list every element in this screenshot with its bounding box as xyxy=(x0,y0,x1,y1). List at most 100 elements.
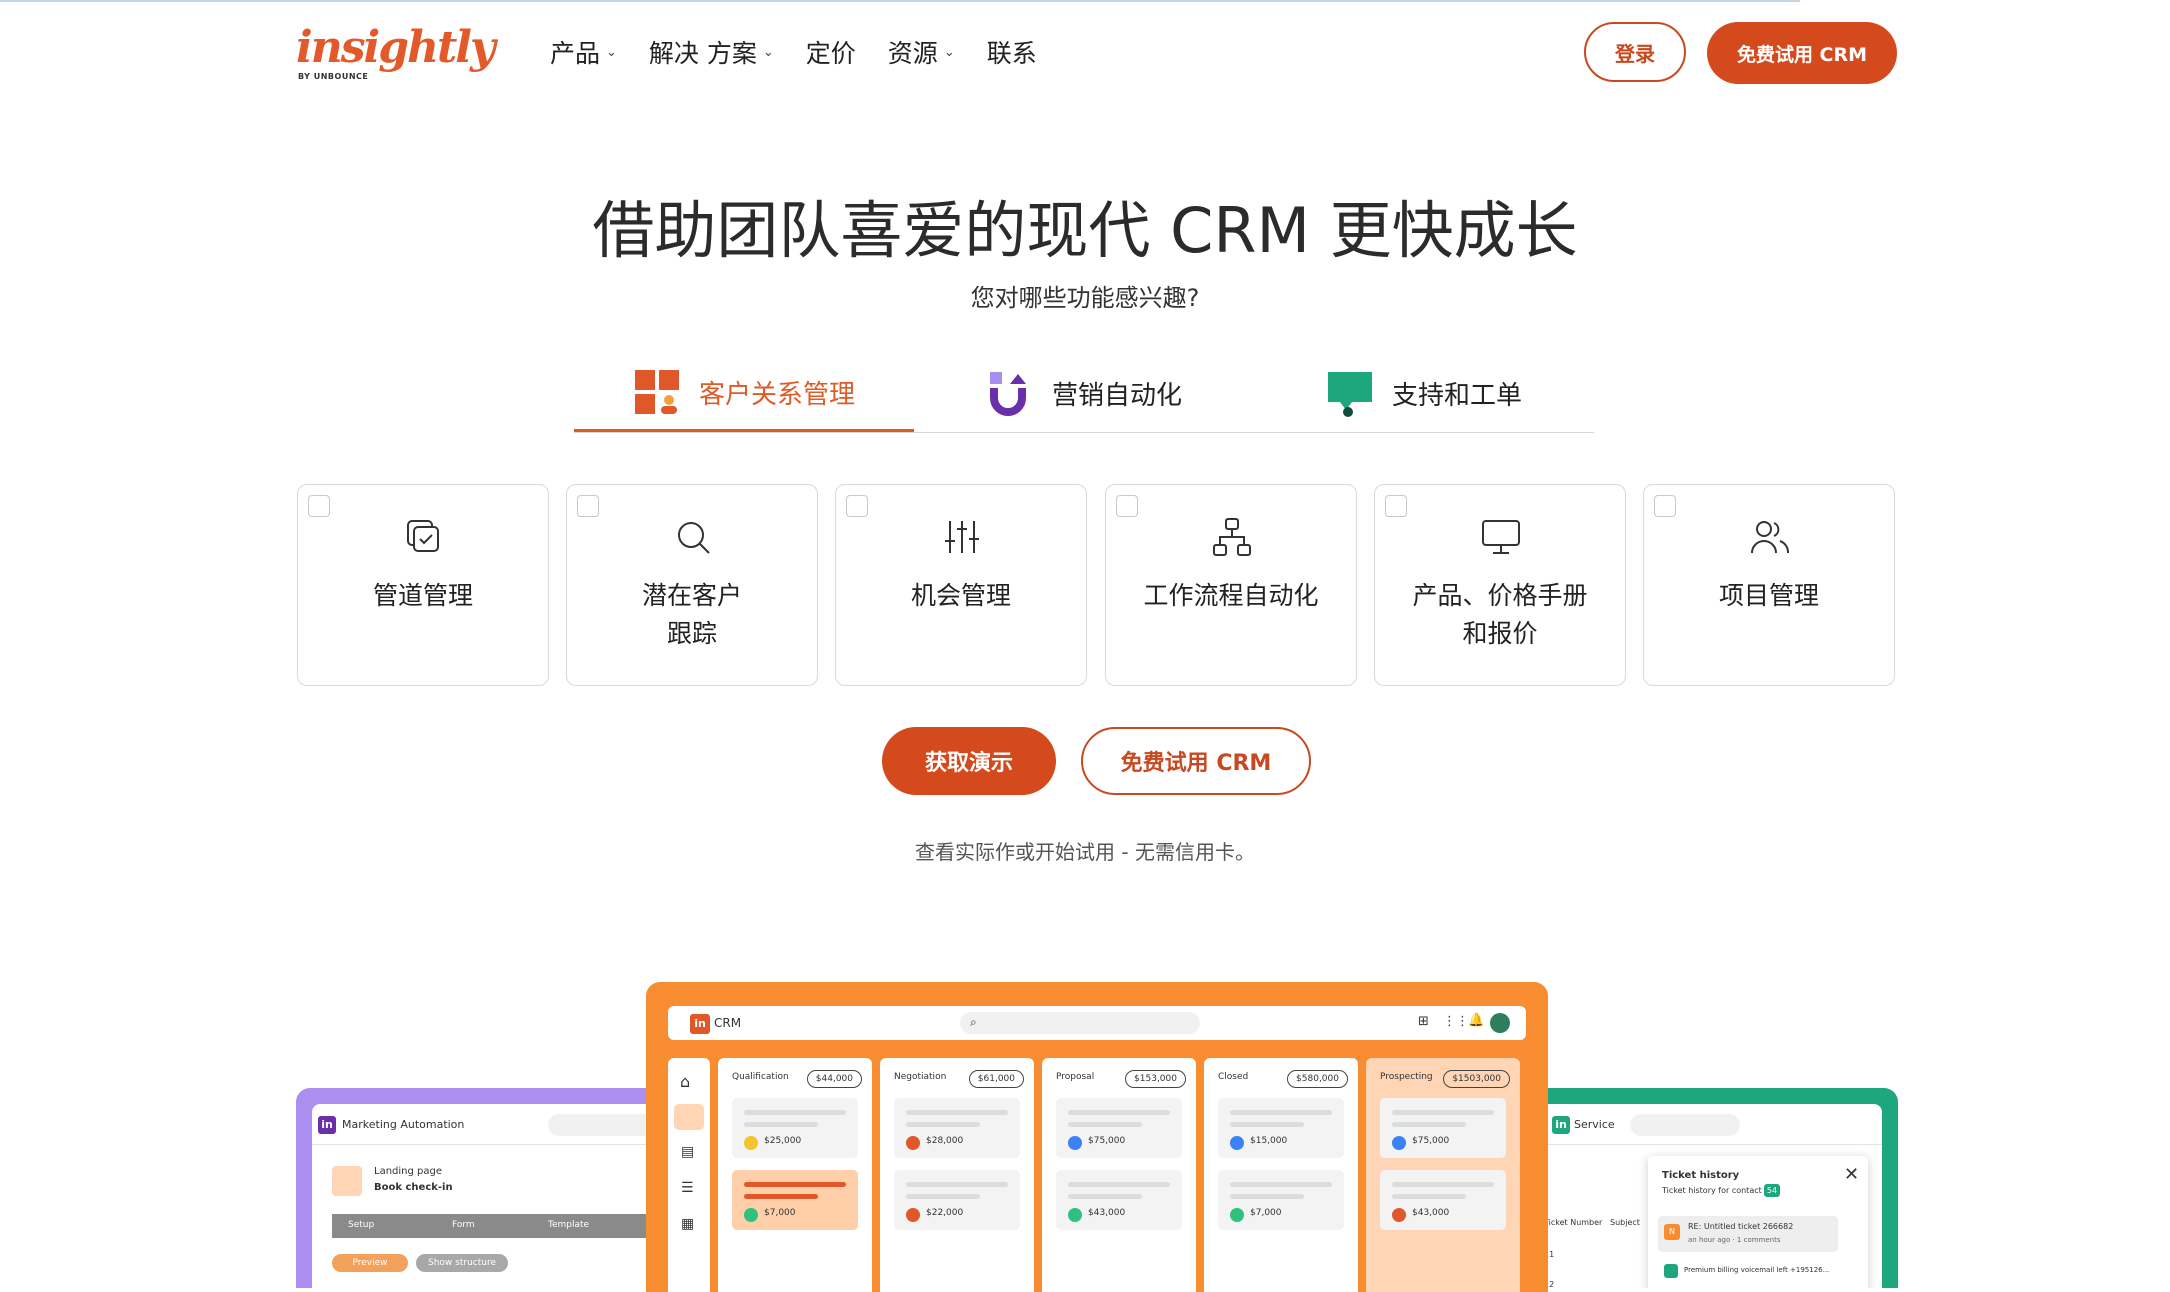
feature-checkbox[interactable] xyxy=(846,495,868,517)
app-logo-icon: in xyxy=(1552,1116,1570,1134)
crm-search[interactable]: ⌕ xyxy=(960,1012,1200,1034)
deal-placeholder-line xyxy=(744,1122,818,1127)
tab-crm[interactable]: 客户关系管理 xyxy=(574,355,914,432)
deal-card[interactable]: $7,000 xyxy=(1218,1170,1344,1230)
marketing-title: Marketing Automation xyxy=(342,1118,465,1131)
deal-card[interactable]: $75,000 xyxy=(1380,1098,1506,1158)
nav-item[interactable]: 产品 ⌄ xyxy=(550,34,617,70)
deal-card[interactable]: $43,000 xyxy=(1380,1170,1506,1230)
tab-support-label: 支持和工单 xyxy=(1391,381,1522,411)
pipeline-column-total: $1503,000 xyxy=(1443,1070,1510,1088)
pipeline-icon xyxy=(407,520,439,552)
deal-amount: $7,000 xyxy=(764,1208,796,1218)
tab-support[interactable]: 支持和工单 xyxy=(1254,355,1594,432)
feature-card-projects[interactable]: 项目管理 xyxy=(1643,484,1895,686)
pipeline-column-name: Closed xyxy=(1218,1072,1249,1082)
ticket-history-popup: Ticket history Ticket history for contac… xyxy=(1648,1156,1868,1288)
deal-placeholder-line xyxy=(1392,1194,1466,1199)
login-button[interactable]: 登录 xyxy=(1584,22,1686,82)
free-trial-button[interactable]: 免费试用 CRM xyxy=(1707,22,1897,84)
deal-card[interactable]: $22,000 xyxy=(894,1170,1020,1230)
deal-status-dot xyxy=(1392,1136,1406,1150)
feature-label: 项目管理 xyxy=(1718,581,1819,610)
feature-card-workflow[interactable]: 工作流程自动化 xyxy=(1105,484,1357,686)
deal-amount: $28,000 xyxy=(926,1136,964,1146)
feature-checkbox[interactable] xyxy=(1385,495,1407,517)
nav-item[interactable]: 联系 xyxy=(987,34,1037,70)
deal-status-dot xyxy=(1392,1208,1406,1222)
ticket-status-icon xyxy=(1664,1264,1678,1278)
pipeline-column-name: Prospecting xyxy=(1380,1072,1433,1082)
main-nav: 产品 ⌄ 解决 方案 ⌄ 定价 资源 ⌄ 联系 xyxy=(550,34,1069,70)
feature-card-lead-tracking[interactable]: 潜在客户 跟踪 xyxy=(566,484,818,686)
ticket-item[interactable]: N RE: Untitled ticket 266682 an hour ago… xyxy=(1658,1216,1838,1252)
chevron-down-icon: ⌄ xyxy=(943,44,955,60)
feature-checkbox[interactable] xyxy=(1116,495,1138,517)
logo-wordmark: insightly xyxy=(296,22,496,73)
tasks-icon[interactable]: ☰ xyxy=(681,1180,694,1196)
deal-status-dot xyxy=(906,1136,920,1150)
add-icon[interactable]: ⊞ xyxy=(1418,1014,1429,1029)
deal-placeholder-line xyxy=(906,1110,1008,1115)
deal-card[interactable]: $7,000 xyxy=(732,1170,858,1230)
deal-card[interactable]: $15,000 xyxy=(1218,1098,1344,1158)
feature-card-pipeline[interactable]: 管道管理 xyxy=(297,484,549,686)
divider xyxy=(1530,1144,1882,1145)
feature-checkbox[interactable] xyxy=(577,495,599,517)
reports-icon[interactable]: ▤ xyxy=(681,1144,694,1160)
deal-card[interactable]: $43,000 xyxy=(1056,1170,1182,1230)
deal-card[interactable]: $28,000 xyxy=(894,1098,1020,1158)
deal-status-dot xyxy=(1230,1136,1244,1150)
deal-card[interactable]: $25,000 xyxy=(732,1098,858,1158)
show-structure-button[interactable]: Show structure xyxy=(416,1254,508,1272)
feature-label: 潜在客户 跟踪 xyxy=(641,581,742,648)
pipeline-column-name: Qualification xyxy=(732,1072,789,1082)
feature-label: 产品、价格手册 和报价 xyxy=(1412,581,1588,648)
feature-checkbox[interactable] xyxy=(1654,495,1676,517)
get-demo-button[interactable]: 获取演示 xyxy=(882,727,1056,795)
tab-marketing[interactable]: 营销自动化 xyxy=(914,355,1254,432)
deal-status-dot xyxy=(744,1208,758,1222)
support-chat-icon xyxy=(1327,371,1372,417)
landing-page-icon xyxy=(332,1166,362,1196)
pipeline-column-name: Negotiation xyxy=(894,1072,947,1082)
free-trial-crm-button[interactable]: 免费试用 CRM xyxy=(1081,727,1311,795)
crm-title: CRM xyxy=(714,1016,742,1030)
hero-title: 借助团队喜爱的现代 CRM 更快成长 xyxy=(592,194,1578,267)
deal-placeholder-line xyxy=(906,1122,980,1127)
pipeline-column: Prospecting $1503,000 $75,000 $43,000 xyxy=(1366,1058,1520,1292)
nav-item[interactable]: 定价 xyxy=(806,34,856,70)
calendar-icon[interactable]: ▦ xyxy=(681,1216,694,1232)
feature-card-products-quotes[interactable]: 产品、价格手册 和报价 xyxy=(1374,484,1626,686)
pipeline-column: Closed $580,000 $15,000 $7,000 xyxy=(1204,1058,1358,1292)
crm-sidebar: ⌂ ▤ ☰ ▦ xyxy=(668,1058,710,1292)
apps-grid-icon[interactable]: ⋮⋮ xyxy=(1443,1014,1469,1029)
insightly-logo[interactable]: insightly BY UNBOUNCE xyxy=(296,22,496,84)
avatar[interactable] xyxy=(1490,1013,1510,1033)
service-search[interactable] xyxy=(1630,1114,1740,1136)
preview-button[interactable]: Preview xyxy=(332,1254,408,1272)
service-preview-window: in Service Ticket Number Subject 11 12 T… xyxy=(1530,1104,1882,1288)
deal-placeholder-line xyxy=(1230,1182,1332,1187)
deal-amount: $43,000 xyxy=(1088,1208,1126,1218)
deal-placeholder-line xyxy=(1068,1122,1142,1127)
nav-item[interactable]: 解决 方案 ⌄ xyxy=(649,34,774,70)
feature-card-opportunity[interactable]: 机会管理 xyxy=(835,484,1087,686)
pipeline-column: Qualification $44,000 $25,000 $7,000 xyxy=(718,1058,872,1292)
feature-label: 管道管理 xyxy=(372,581,473,610)
close-icon[interactable]: ✕ xyxy=(1844,1164,1859,1185)
feature-checkbox[interactable] xyxy=(308,495,330,517)
deal-placeholder-line xyxy=(1068,1182,1170,1187)
landing-label: Landing page xyxy=(374,1166,443,1177)
deal-card[interactable]: $75,000 xyxy=(1056,1098,1182,1158)
home-icon[interactable]: ⌂ xyxy=(680,1072,690,1091)
bell-icon[interactable]: 🔔 xyxy=(1468,1013,1484,1028)
nav-item-label: 资源 xyxy=(887,39,938,68)
pipeline-column-total: $44,000 xyxy=(806,1070,862,1088)
search-icon xyxy=(678,522,710,554)
deal-amount: $43,000 xyxy=(1412,1208,1450,1218)
nav-item[interactable]: 资源 ⌄ xyxy=(888,34,955,70)
deal-amount: $75,000 xyxy=(1412,1136,1450,1146)
dashboard-icon[interactable] xyxy=(674,1104,704,1130)
landing-name: Book check-in xyxy=(374,1182,453,1193)
